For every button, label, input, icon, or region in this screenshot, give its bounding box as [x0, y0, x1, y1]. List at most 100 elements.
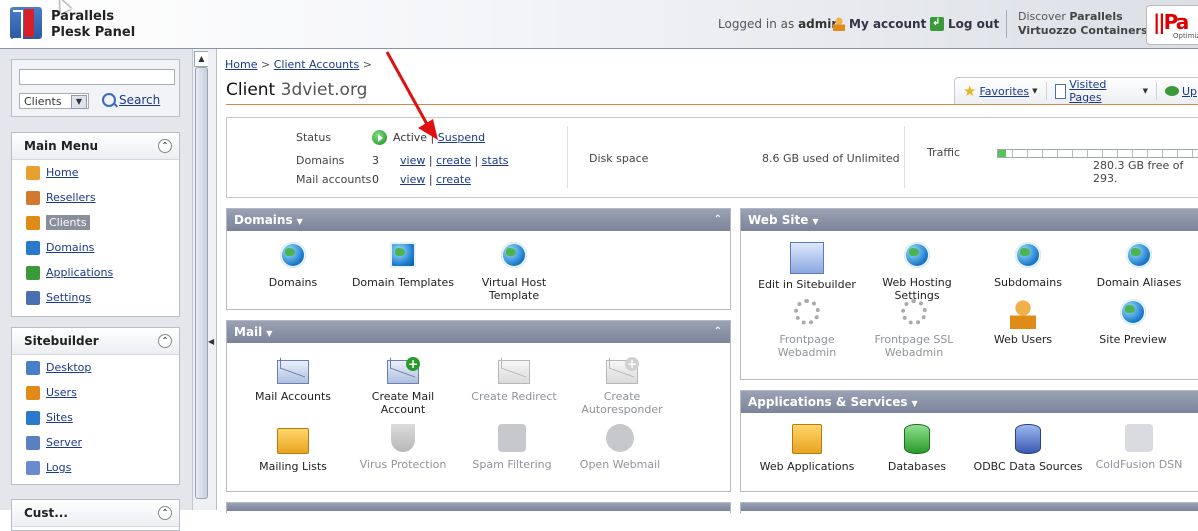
up-arrow-icon	[1164, 86, 1179, 96]
sidebar-item-domains[interactable]: Domains	[12, 235, 179, 260]
sidebar-item-sites[interactable]: Sites	[12, 405, 179, 430]
chevron-down-icon: ▼	[71, 95, 87, 109]
site-preview-icon	[1120, 299, 1146, 325]
search-scope-select[interactable]: Clients ▼	[19, 93, 89, 109]
disk-space-label: Disk space	[589, 152, 649, 165]
client-status-panel: Status Active | Suspend Domains 3 view |…	[226, 117, 1198, 198]
search-input[interactable]	[19, 69, 175, 85]
odbc-data-sources-tool[interactable]: ODBC Data Sources	[973, 424, 1083, 473]
sidebar-collapse-handle[interactable]: ◀	[208, 49, 217, 510]
subdomains-tool[interactable]: Subdomains	[973, 242, 1083, 289]
databases-tool[interactable]: Databases	[862, 424, 972, 473]
log-out-label: Log out	[948, 17, 1000, 31]
search-box: Clients ▼ Search	[11, 59, 180, 117]
discover-virtuozzo-link[interactable]: Discover Parallels Virtuozzo Containers	[1018, 10, 1148, 38]
my-account-label: My account	[849, 17, 927, 31]
virtuozzo-badge-logo: ||Pa	[1153, 10, 1189, 34]
domain-aliases-icon	[1126, 242, 1152, 268]
mail-create-link[interactable]: create	[436, 173, 471, 186]
sidebar-item-label: Applications	[46, 266, 114, 279]
collapse-icon[interactable]: ⌃	[158, 334, 172, 348]
my-account-link[interactable]: My account	[833, 17, 926, 31]
mailing-lists-tool[interactable]: Mailing Lists	[238, 424, 348, 473]
web-hosting-settings-tool[interactable]: Web Hosting Settings	[862, 242, 972, 302]
sidebar-item-settings[interactable]: Settings	[12, 285, 179, 310]
collapse-icon[interactable]: ⌃	[714, 209, 722, 231]
frontpage-ssl-icon	[901, 299, 927, 325]
log-out-link[interactable]: Log out	[930, 17, 999, 31]
sidebar-item-applications[interactable]: Applications	[12, 260, 179, 285]
create-mail-account-tool[interactable]: + Create Mail Account	[348, 356, 458, 416]
create-autoresponder-tool: + Create Autoresponder	[567, 356, 677, 416]
domains-panel-header[interactable]: Domains ▼ ⌃	[227, 209, 730, 231]
users-icon	[26, 385, 40, 400]
traffic-progress-bar	[997, 149, 1198, 158]
spam-filter-icon	[498, 424, 526, 452]
collapse-icon[interactable]: ⌃	[714, 321, 722, 343]
mail-accounts-tool[interactable]: Mail Accounts	[238, 356, 348, 403]
mail-view-link[interactable]: view	[400, 173, 425, 186]
domains-stats-link[interactable]: stats	[482, 154, 509, 167]
domains-panel-title: Domains	[234, 213, 293, 227]
webmail-icon	[606, 424, 634, 452]
sidebar-item-clients[interactable]: Clients	[12, 210, 179, 235]
scrollbar-thumb[interactable]	[195, 67, 208, 499]
envelope-icon	[277, 360, 309, 384]
breadcrumb-home[interactable]: Home	[225, 58, 257, 71]
tool-label: Domain Aliases	[1096, 276, 1182, 289]
page-toolbar: ★ Favorites ▼ Visited Pages ▼ Up	[954, 77, 1198, 104]
up-level-button[interactable]: Up	[1157, 82, 1198, 100]
discover-brand: Parallels	[1069, 10, 1123, 23]
open-webmail-tool: Open Webmail	[565, 424, 675, 471]
traffic-label: Traffic	[927, 146, 961, 159]
virtual-host-template-tool[interactable]: Virtual Host Template	[459, 242, 569, 302]
collapse-icon[interactable]: ⌃	[158, 506, 172, 520]
domains-view-link[interactable]: view	[400, 154, 425, 167]
header-divider	[1006, 10, 1007, 38]
sidebar-item-label: Server	[46, 436, 83, 449]
domain-aliases-tool[interactable]: Domain Aliases	[1084, 242, 1194, 289]
plus-icon: +	[625, 357, 639, 371]
domain-templates-tool[interactable]: Domain Templates	[348, 242, 458, 289]
search-button[interactable]: Search	[102, 93, 160, 107]
web-users-tool[interactable]: Web Users	[968, 299, 1078, 346]
scroll-up-icon[interactable]: ▲	[194, 51, 209, 67]
tool-label: Web Users	[993, 333, 1053, 346]
collapse-icon[interactable]: ⌃	[158, 139, 172, 153]
favorites-button[interactable]: ★ Favorites ▼	[955, 82, 1047, 100]
web-hosting-settings-icon	[904, 242, 930, 268]
tool-label: Frontpage SSL Webadmin	[874, 333, 954, 359]
sidebar-item-desktop[interactable]: Desktop	[12, 355, 179, 380]
virtuozzo-badge[interactable]: ||Pa Optimiz	[1146, 5, 1198, 45]
website-panel-header[interactable]: Web Site ▼	[741, 209, 1198, 231]
domains-create-link[interactable]: create	[436, 154, 471, 167]
tool-label: Mail Accounts	[255, 390, 331, 403]
coldfusion-icon	[1125, 424, 1153, 452]
favorites-label: Favorites	[979, 84, 1030, 98]
edit-in-sitebuilder-tool[interactable]: Edit in Sitebuilder	[752, 242, 862, 291]
sidebar-item-home[interactable]: Home	[12, 160, 179, 185]
visited-pages-button[interactable]: Visited Pages ▼	[1047, 78, 1157, 104]
breadcrumb-client-accounts[interactable]: Client Accounts	[274, 58, 360, 71]
database-icon	[904, 424, 930, 454]
tool-label: Open Webmail	[579, 458, 661, 471]
frontpage-ssl-webadmin-tool: Frontpage SSL Webadmin	[859, 299, 969, 359]
sitebuilder-title: Sitebuilder ⌃	[12, 328, 179, 355]
logs-icon	[26, 460, 40, 475]
chevron-down-icon: ▼	[1142, 87, 1148, 95]
applications-services-header[interactable]: Applications & Services ▼	[741, 391, 1198, 413]
resellers-icon	[26, 190, 40, 205]
mail-panel-header[interactable]: Mail ▼ ⌃	[227, 321, 730, 343]
sidebar-item-label: Settings	[46, 291, 92, 304]
sidebar-item-users[interactable]: Users	[12, 380, 179, 405]
star-icon: ★	[963, 82, 977, 100]
sidebar-item-resellers[interactable]: Resellers	[12, 185, 179, 210]
web-applications-tool[interactable]: Web Applications	[752, 424, 862, 473]
sidebar-item-server[interactable]: Server	[12, 430, 179, 455]
page-title: Client 3dviet.org	[226, 80, 367, 100]
sidebar-item-logs[interactable]: Logs	[12, 455, 179, 480]
tool-label: Databases	[887, 460, 947, 473]
sidebar-item-label: Logs	[46, 461, 72, 474]
site-preview-tool[interactable]: Site Preview	[1078, 299, 1188, 346]
domains-tool[interactable]: Domains	[238, 242, 348, 289]
